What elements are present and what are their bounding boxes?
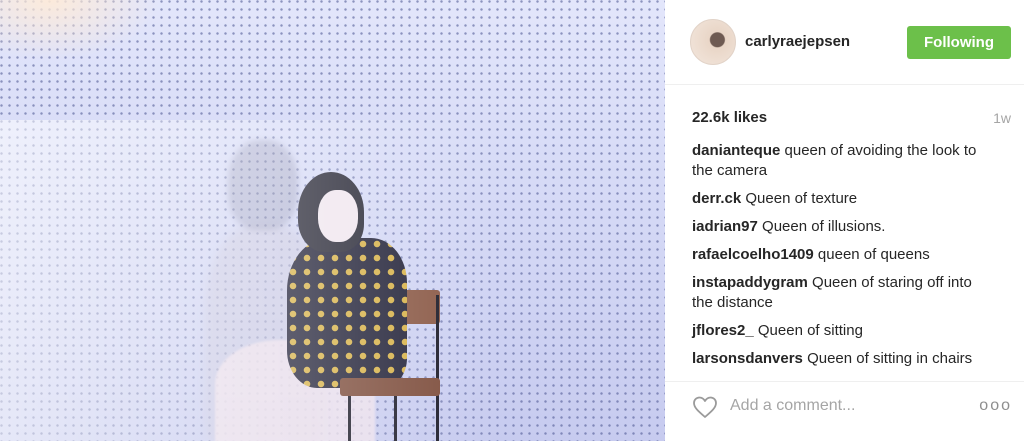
author-username[interactable]: carlyraejepsen — [745, 33, 850, 50]
comment-item: jflores2_ Queen of sitting — [692, 321, 992, 341]
comment-username[interactable]: jflores2_ — [692, 322, 754, 339]
post-container: carlyraejepsen Following 22.6k likes 1w … — [0, 0, 1024, 441]
post-side-panel: carlyraejepsen Following 22.6k likes 1w … — [665, 0, 1024, 441]
post-photo[interactable] — [0, 0, 665, 441]
comment-username[interactable]: larsonsdanvers — [692, 350, 803, 367]
comment-text: Queen of texture — [745, 190, 858, 207]
light-glow — [0, 0, 160, 60]
photo-haze — [0, 120, 665, 441]
comment-username[interactable]: iadrian97 — [692, 218, 758, 235]
comment-input[interactable]: Add a comment... — [730, 397, 855, 415]
comment-text: Queen of illusions. — [762, 218, 886, 235]
avatar[interactable] — [690, 19, 736, 65]
post-age[interactable]: 1w — [993, 110, 1011, 126]
comment-composer: Add a comment... ooo — [665, 381, 1024, 442]
comment-item: instapaddygram Queen of staring off into… — [692, 273, 992, 313]
comment-list: danianteque queen of avoiding the look t… — [692, 141, 992, 377]
heart-icon[interactable] — [692, 395, 718, 419]
comment-text: Queen of sitting — [757, 322, 863, 339]
following-button[interactable]: Following — [907, 26, 1011, 59]
comment-username[interactable]: instapaddygram — [692, 274, 808, 291]
comment-text: Queen of sitting in chairs — [807, 350, 973, 367]
comment-username[interactable]: danianteque — [692, 142, 780, 159]
comment-text: queen of queens — [817, 246, 930, 263]
likes-count[interactable]: 22.6k likes — [692, 109, 767, 126]
comment-item: danianteque queen of avoiding the look t… — [692, 141, 992, 181]
comment-item: larsonsdanvers Queen of sitting in chair… — [692, 349, 992, 369]
comment-username[interactable]: rafaelcoelho1409 — [692, 246, 814, 263]
comment-username[interactable]: derr.ck — [692, 190, 741, 207]
more-options-icon[interactable]: ooo — [979, 397, 1012, 415]
comment-item: rafaelcoelho1409 queen of queens — [692, 245, 992, 265]
post-header: carlyraejepsen Following — [665, 0, 1024, 85]
comment-item: iadrian97 Queen of illusions. — [692, 217, 992, 237]
comment-item: derr.ck Queen of texture — [692, 189, 992, 209]
